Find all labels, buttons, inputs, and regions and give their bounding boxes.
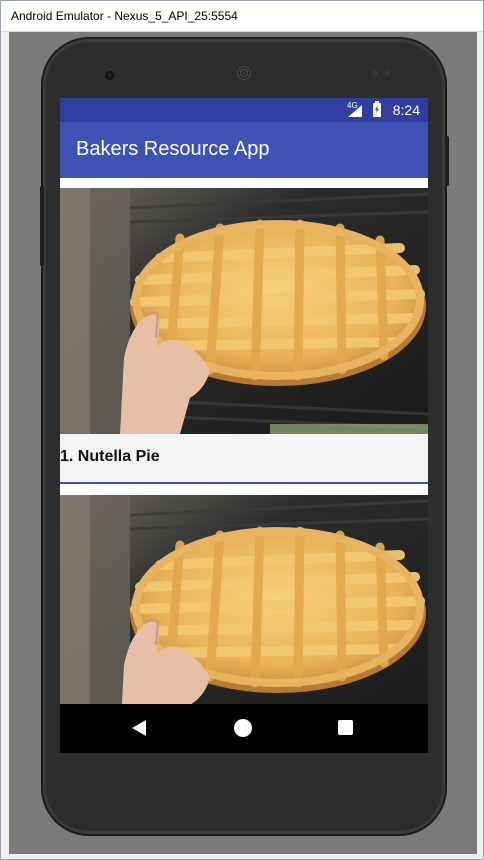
home-icon[interactable]	[234, 719, 252, 737]
device-screen: 4G 8:24 Bakers Resource App 1. Nutella P…	[60, 98, 428, 753]
recipe-image	[60, 495, 428, 704]
light-sensor-icon	[384, 70, 390, 76]
lattice-pie-image	[60, 495, 428, 704]
window-title: Android Emulator - Nexus_5_API_25:5554	[11, 9, 238, 23]
card-divider	[60, 482, 428, 484]
recipe-label: 1. Nutella Pie	[60, 434, 428, 482]
proximity-sensor-icon	[372, 70, 378, 76]
status-bar: 4G 8:24	[60, 98, 428, 122]
power-button[interactable]	[445, 136, 449, 186]
cellular-signal-icon	[348, 105, 362, 117]
status-time: 8:24	[392, 102, 420, 118]
app-title: Bakers Resource App	[76, 138, 270, 160]
emulator-window: Android Emulator - Nexus_5_API_25:5554 4…	[0, 0, 484, 860]
earpiece-speaker-icon	[235, 64, 253, 82]
recipe-title: 1. Nutella Pie	[60, 448, 160, 465]
back-icon[interactable]	[132, 720, 146, 736]
recipe-list[interactable]: 1. Nutella Pie	[60, 178, 428, 704]
volume-button[interactable]	[40, 186, 44, 266]
app-toolbar: Bakers Resource App	[60, 122, 428, 178]
recents-icon[interactable]	[338, 720, 353, 735]
lattice-pie-image	[60, 188, 428, 434]
recipe-image	[60, 188, 428, 434]
system-nav-bar	[60, 704, 428, 753]
window-titlebar[interactable]: Android Emulator - Nexus_5_API_25:5554	[1, 1, 483, 32]
battery-charging-icon	[373, 101, 381, 117]
front-camera-icon	[105, 71, 114, 80]
